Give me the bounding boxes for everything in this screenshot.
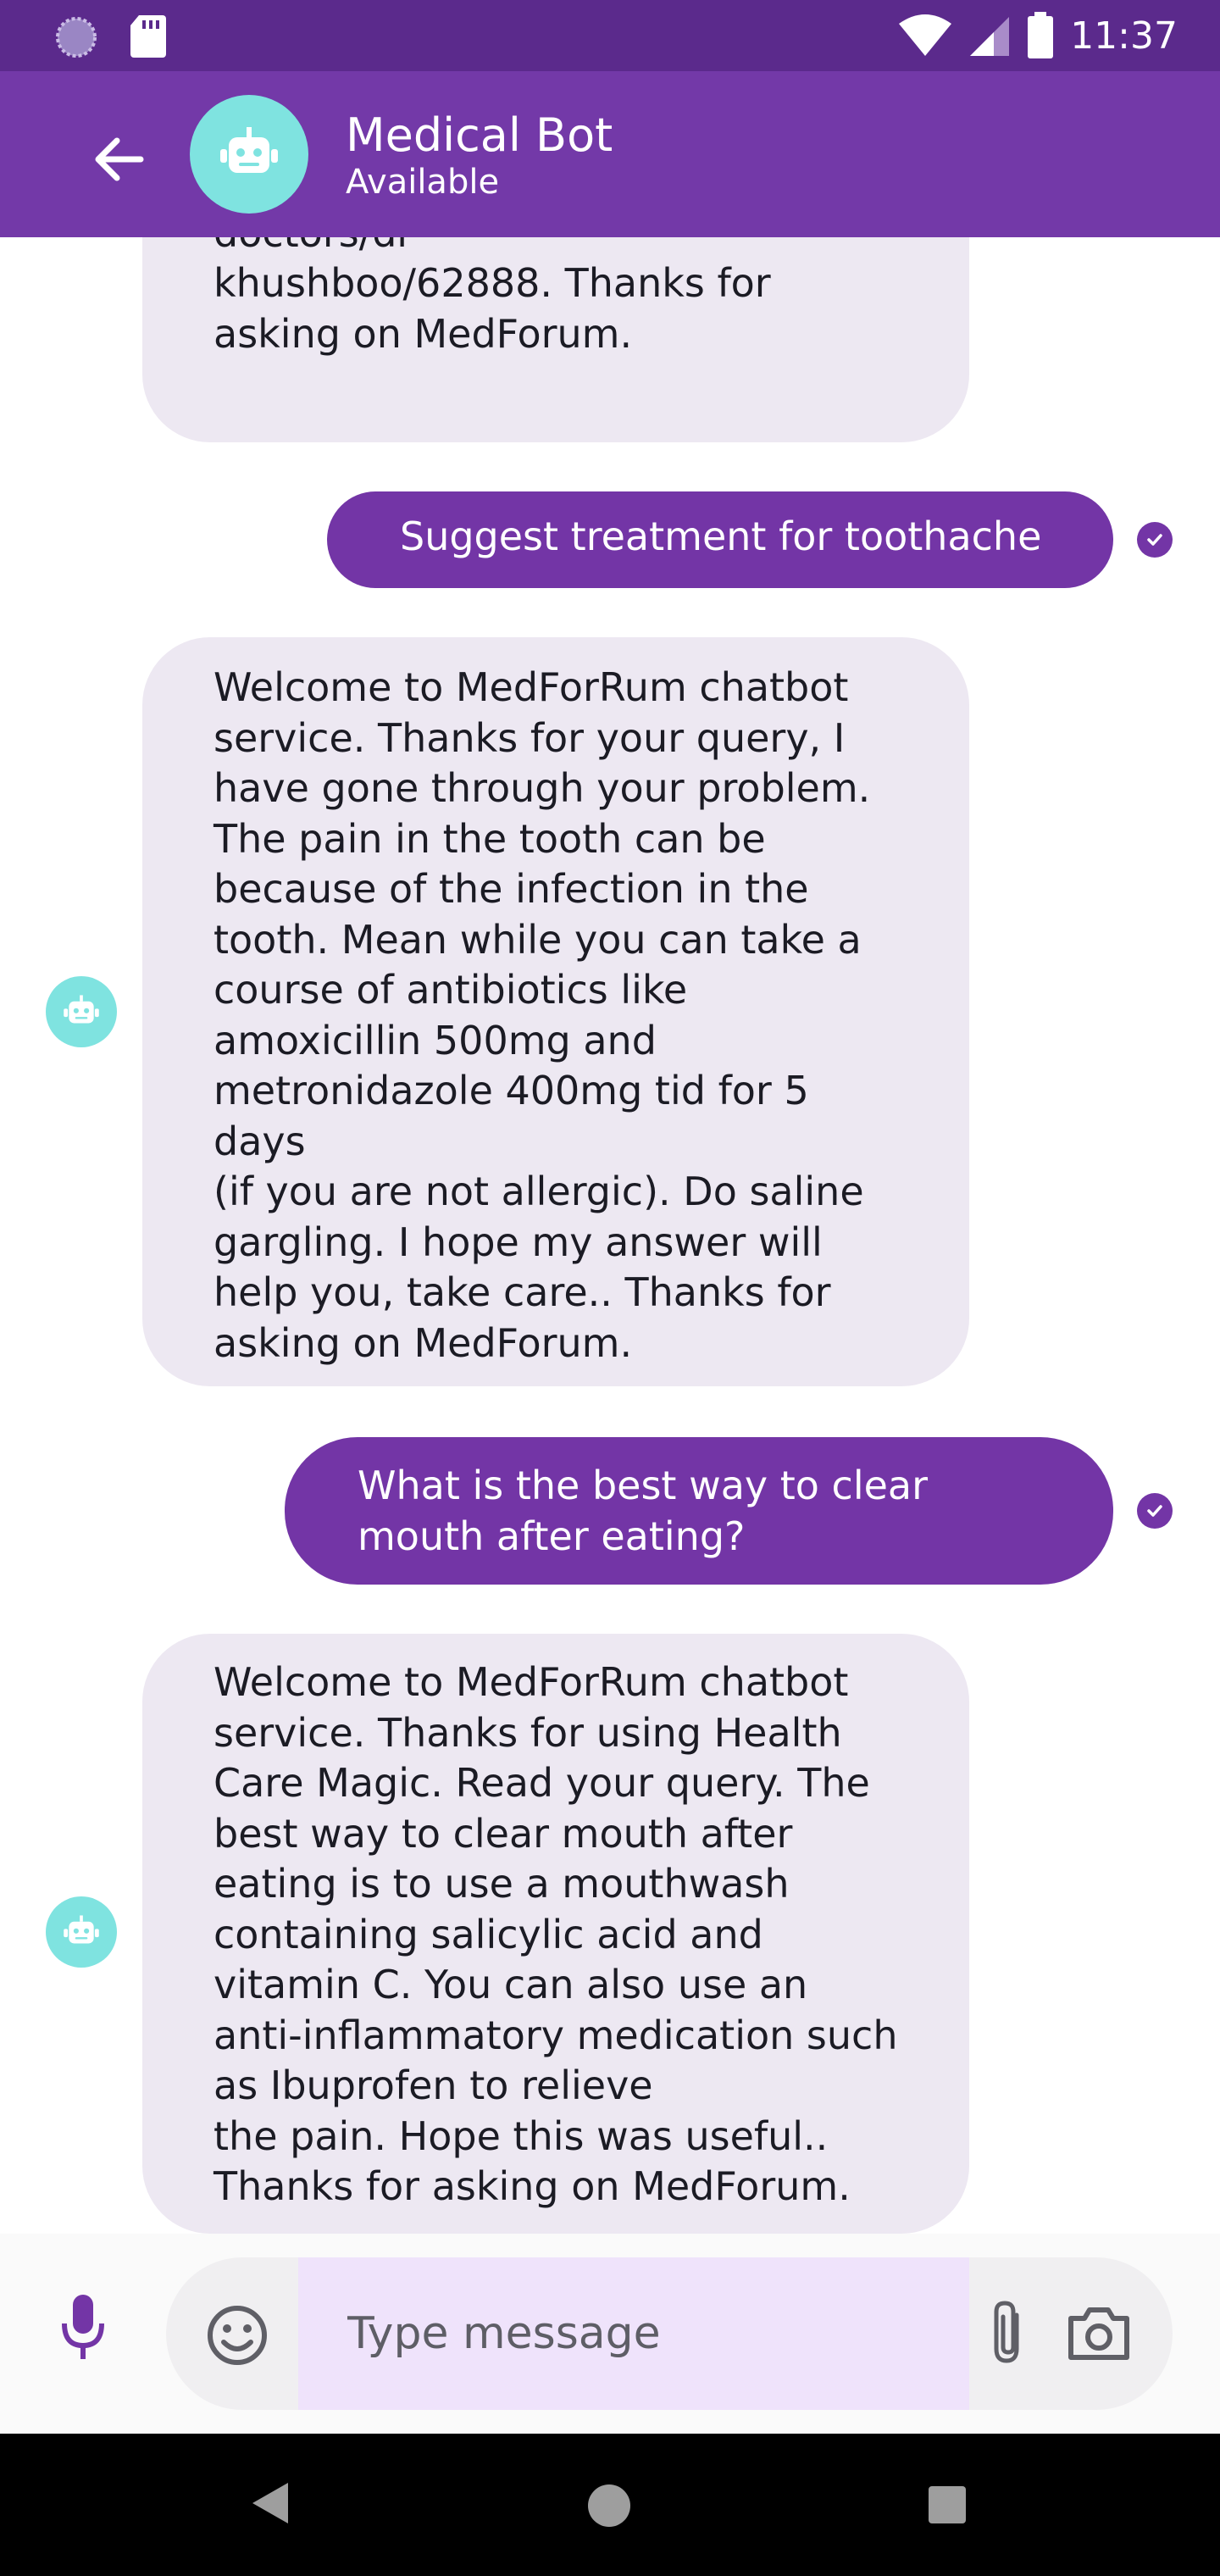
message-input[interactable] <box>298 2307 969 2360</box>
status-bar: 11:37 <box>0 0 1220 71</box>
bot-message: Welcome to MedForRum chatbot service. Th… <box>142 1634 969 2234</box>
bot-avatar <box>46 1896 117 1968</box>
system-navigation-bar <box>0 2434 1220 2576</box>
paperclip-icon[interactable] <box>983 2298 1034 2369</box>
clock: 11:37 <box>1070 14 1178 58</box>
bot-message: doctor.healthcaremagic.com/ doctors/dr- … <box>142 237 969 442</box>
nav-home-icon[interactable] <box>588 2484 630 2527</box>
chat-status: Available <box>346 163 500 202</box>
camera-icon[interactable] <box>1066 2303 1132 2362</box>
message-input-container <box>166 2257 1173 2410</box>
sd-card-icon <box>130 15 166 58</box>
robot-icon <box>64 995 99 1024</box>
user-message: What is the best way to clear mouth afte… <box>285 1437 1113 1585</box>
bot-avatar[interactable] <box>190 95 308 214</box>
check-circle-icon <box>1137 1493 1173 1529</box>
bot-message: Welcome to MedForRum chatbot service. Th… <box>142 637 969 1386</box>
arrow-left-icon[interactable] <box>85 125 152 193</box>
app-bar: Medical Bot Available <box>0 71 1220 237</box>
microphone-icon[interactable] <box>59 2293 107 2361</box>
nav-back-icon[interactable] <box>251 2481 290 2525</box>
message-list[interactable]: doctor.healthcaremagic.com/ doctors/dr- … <box>0 237 1220 2234</box>
chat-title: Medical Bot <box>346 108 613 162</box>
robot-icon <box>220 127 278 173</box>
bot-avatar <box>46 976 117 1047</box>
wifi-icon <box>899 14 952 56</box>
battery-icon <box>1028 12 1054 58</box>
message-field <box>298 2257 969 2410</box>
check-circle-icon <box>1137 522 1173 558</box>
composer <box>0 2234 1220 2434</box>
smiley-icon[interactable] <box>205 2303 269 2368</box>
cell-signal-icon <box>970 17 1010 56</box>
user-message: Suggest treatment for toothache <box>327 491 1113 588</box>
robot-icon <box>64 1915 99 1944</box>
nav-recents-icon[interactable] <box>929 2486 966 2523</box>
sync-icon <box>56 17 97 58</box>
